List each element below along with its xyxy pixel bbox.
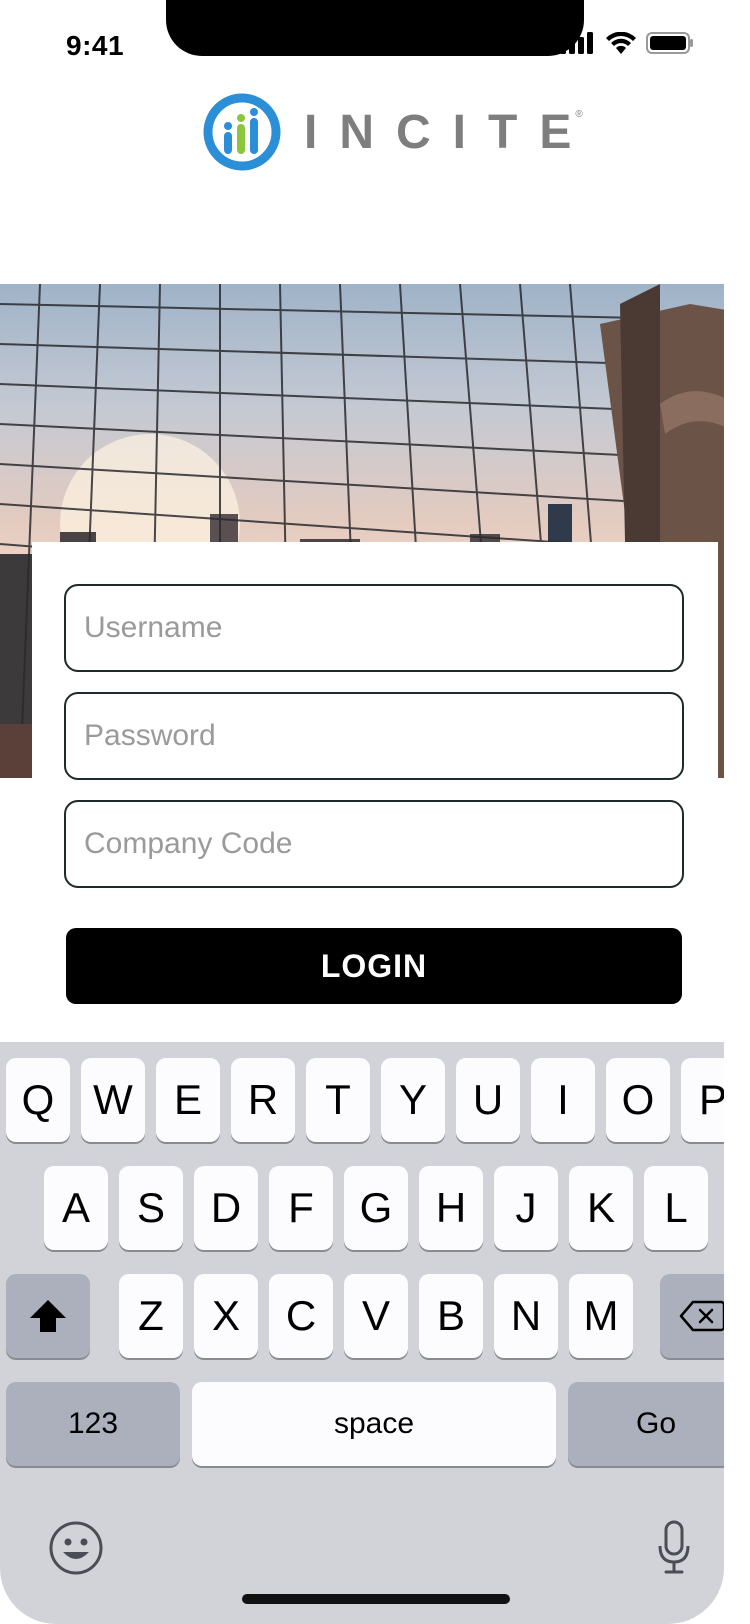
incite-logo-icon (203, 93, 281, 171)
device-notch (166, 0, 584, 56)
key-h[interactable]: H (419, 1166, 483, 1250)
password-input[interactable] (66, 694, 682, 778)
key-l[interactable]: L (644, 1166, 708, 1250)
key-c[interactable]: C (269, 1274, 333, 1358)
registered-mark: ® (575, 108, 583, 120)
login-button[interactable]: LOGIN (66, 928, 682, 1004)
brand-logo: INCITE ® (202, 92, 601, 172)
key-x[interactable]: X (194, 1274, 258, 1358)
key-y[interactable]: Y (381, 1058, 445, 1142)
key-v[interactable]: V (344, 1274, 408, 1358)
company-code-input[interactable] (66, 802, 682, 886)
key-r[interactable]: R (231, 1058, 295, 1142)
numbers-key[interactable]: 123 (6, 1382, 180, 1466)
key-e[interactable]: E (156, 1058, 220, 1142)
password-field (64, 692, 684, 780)
cellular-signal-icon (560, 32, 593, 54)
shift-arrow-icon (30, 1300, 66, 1332)
key-w[interactable]: W (81, 1058, 145, 1142)
key-n[interactable]: N (494, 1274, 558, 1358)
key-o[interactable]: O (606, 1058, 670, 1142)
go-key[interactable]: Go (568, 1382, 724, 1466)
key-k[interactable]: K (569, 1166, 633, 1250)
home-indicator[interactable] (242, 1594, 510, 1604)
key-p[interactable]: P (681, 1058, 724, 1142)
status-icons (560, 32, 694, 54)
phone-screen: 9:41 INCITE ® Username Company Code LOGI… (0, 0, 724, 1624)
backspace-icon (679, 1300, 724, 1332)
key-s[interactable]: S (119, 1166, 183, 1250)
key-g[interactable]: G (344, 1166, 408, 1250)
key-a[interactable]: A (44, 1166, 108, 1250)
key-j[interactable]: J (494, 1166, 558, 1250)
username-input[interactable] (66, 586, 682, 670)
key-m[interactable]: M (569, 1274, 633, 1358)
key-u[interactable]: U (456, 1058, 520, 1142)
key-f[interactable]: F (269, 1166, 333, 1250)
shift-key[interactable] (6, 1274, 90, 1358)
emoji-icon[interactable] (48, 1520, 104, 1576)
key-b[interactable]: B (419, 1274, 483, 1358)
battery-icon (646, 32, 693, 54)
status-time: 9:41 (66, 30, 125, 61)
backspace-key[interactable] (660, 1274, 724, 1358)
microphone-icon[interactable] (656, 1520, 692, 1576)
key-z[interactable]: Z (119, 1274, 183, 1358)
key-i[interactable]: I (531, 1058, 595, 1142)
key-t[interactable]: T (306, 1058, 370, 1142)
key-d[interactable]: D (194, 1166, 258, 1250)
key-q[interactable]: Q (6, 1058, 70, 1142)
space-key[interactable]: space (192, 1382, 556, 1466)
company-code-field (64, 800, 684, 888)
username-field (64, 584, 684, 672)
wifi-icon (606, 32, 636, 54)
on-screen-keyboard: Q W E R T Y U I O P A S D F G H J K L Z … (0, 1042, 724, 1624)
brand-name: INCITE (304, 105, 594, 159)
